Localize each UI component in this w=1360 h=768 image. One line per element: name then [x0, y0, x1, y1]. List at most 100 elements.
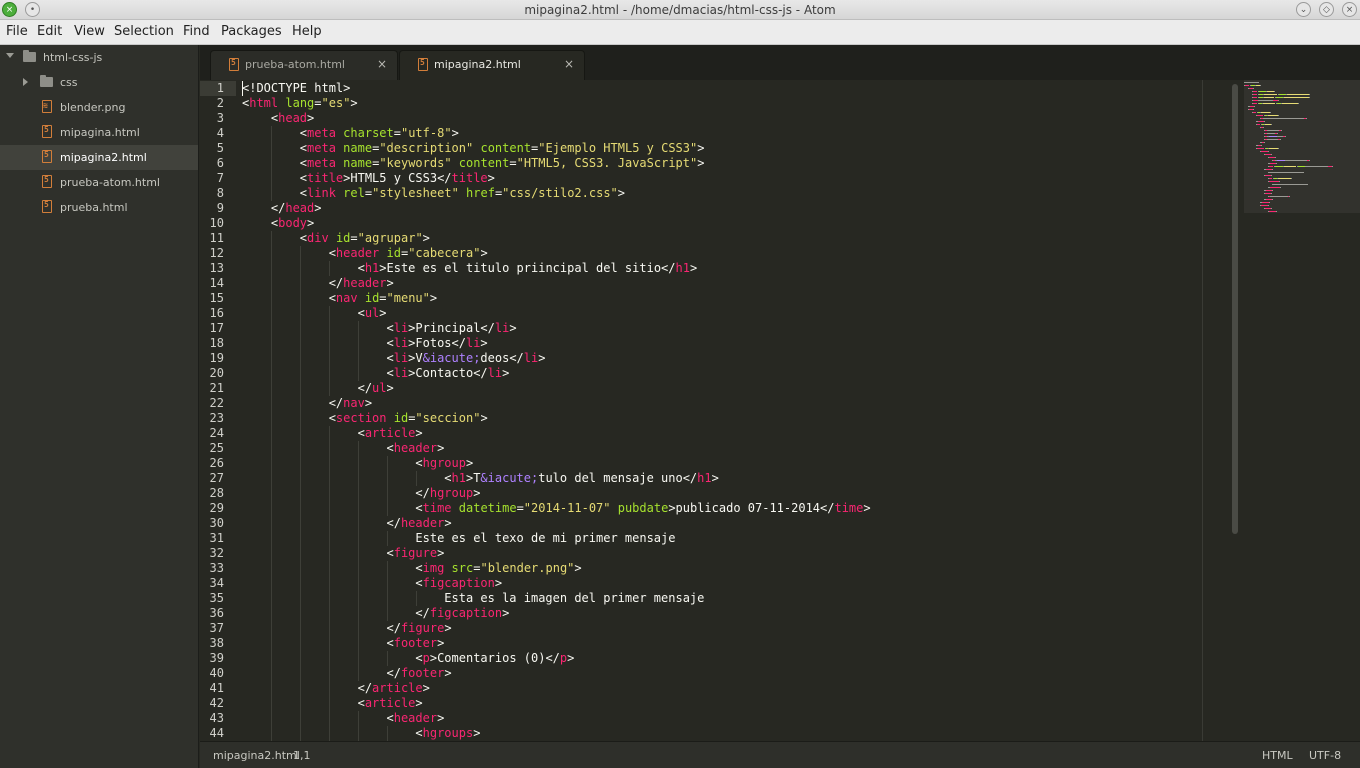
- minimap[interactable]: [1240, 80, 1360, 741]
- line-number: 40: [209, 666, 224, 680]
- line-number: 12: [209, 246, 224, 260]
- code-line[interactable]: </header>: [242, 276, 394, 291]
- code-token: hgroup: [429, 486, 474, 500]
- code-line[interactable]: <figure>: [242, 546, 444, 561]
- code-line[interactable]: <!DOCTYPE html>: [242, 81, 350, 96]
- code-token: <: [242, 141, 308, 155]
- code-line[interactable]: <li>Contacto</li>: [242, 366, 509, 381]
- code-line[interactable]: </figcaption>: [242, 606, 509, 621]
- code-line[interactable]: Este es el texo de mi primer mensaje: [242, 531, 675, 546]
- close-tab-icon[interactable]: ×: [564, 57, 574, 71]
- tree-item-prueba-atom-html[interactable]: prueba-atom.html: [0, 170, 198, 195]
- tree-item-mipagina-html[interactable]: mipagina.html: [0, 120, 198, 145]
- minimap-token: [1278, 100, 1279, 101]
- code-content[interactable]: <!DOCTYPE html> <html lang="es"> <head> <…: [242, 80, 1232, 741]
- code-line[interactable]: <hgroups>: [242, 726, 480, 741]
- vertical-scrollbar[interactable]: [1232, 84, 1238, 534]
- code-token: footer: [393, 636, 438, 650]
- status-cursor-position[interactable]: 1,1: [293, 749, 311, 762]
- menu-file[interactable]: File: [6, 24, 28, 39]
- code-line[interactable]: Esta es la imagen del primer mensaje: [242, 591, 704, 606]
- minimap-token: [1268, 115, 1278, 116]
- code-line[interactable]: <li>Principal</li>: [242, 321, 516, 336]
- code-token: <: [242, 291, 336, 305]
- code-token: title: [307, 171, 344, 185]
- menu-view[interactable]: View: [74, 24, 105, 39]
- code-token: <: [242, 126, 308, 140]
- code-line[interactable]: <header>: [242, 711, 444, 726]
- code-token: </: [242, 276, 344, 290]
- close-tab-icon[interactable]: ×: [377, 57, 387, 71]
- menu-packages[interactable]: Packages: [221, 24, 282, 39]
- code-line[interactable]: </figure>: [242, 621, 451, 636]
- status-file-path[interactable]: mipagina2.html: [213, 749, 300, 762]
- code-line[interactable]: <header id="cabecera">: [242, 246, 488, 261]
- status-grammar[interactable]: HTML: [1262, 749, 1293, 762]
- maximize-icon[interactable]: ◇: [1319, 2, 1334, 17]
- code-line[interactable]: <li>Fotos</li>: [242, 336, 487, 351]
- code-line[interactable]: <h1>Este es el titulo priincipal del sit…: [242, 261, 698, 276]
- code-token: >: [473, 486, 481, 500]
- code-token: >Fotos</: [408, 336, 466, 350]
- code-line[interactable]: <nav id="menu">: [242, 291, 437, 306]
- code-token: >: [307, 216, 315, 230]
- code-line[interactable]: <h1>T&iacute;tulo del mensaje uno</h1>: [242, 471, 719, 486]
- code-line[interactable]: <figcaption>: [242, 576, 502, 591]
- code-line[interactable]: </article>: [242, 681, 430, 696]
- code-line[interactable]: <article>: [242, 696, 423, 711]
- html5-file-icon: [418, 58, 428, 71]
- line-number: 37: [209, 621, 224, 635]
- code-line[interactable]: </head>: [242, 201, 322, 216]
- code-token: =: [516, 501, 524, 515]
- menu-find[interactable]: Find: [183, 24, 210, 39]
- code-editor[interactable]: 1 2 3 4 5 6 7 8 9 10 11 12 13 14 15 16 17 18 19 20 21 22 23 24 2…: [200, 80, 1240, 741]
- code-token: h1: [364, 261, 380, 275]
- minimap-token: [1270, 196, 1288, 197]
- code-line[interactable]: <footer>: [242, 636, 444, 651]
- minimize-icon[interactable]: ⌄: [1296, 2, 1311, 17]
- code-line[interactable]: <title>HTML5 y CSS3</title>: [242, 171, 495, 186]
- code-line[interactable]: </hgroup>: [242, 486, 480, 501]
- tab-prueba-atom-html[interactable]: prueba-atom.html ×: [210, 50, 398, 80]
- code-token: &iacute;: [422, 351, 481, 365]
- menu-help[interactable]: Help: [292, 24, 322, 39]
- menu-edit[interactable]: Edit: [37, 24, 62, 39]
- code-line[interactable]: <header>: [242, 441, 444, 456]
- tree-item-css[interactable]: css: [0, 70, 198, 95]
- menu-selection[interactable]: Selection: [114, 24, 174, 39]
- code-line[interactable]: <meta charset="utf-8">: [242, 126, 459, 141]
- code-line[interactable]: <link rel="stylesheet" href="css/stilo2.…: [242, 186, 625, 201]
- status-encoding[interactable]: UTF-8: [1309, 749, 1341, 762]
- code-line[interactable]: <p>Comentarios (0)</p>: [242, 651, 574, 666]
- code-line[interactable]: </nav>: [242, 396, 372, 411]
- code-line[interactable]: <article>: [242, 426, 423, 441]
- code-line[interactable]: <html lang="es">: [242, 96, 358, 111]
- code-line[interactable]: </ul>: [242, 381, 394, 396]
- code-line[interactable]: <meta name="keywords" content="HTML5, CS…: [242, 156, 705, 171]
- tree-root-folder[interactable]: html-css-js: [0, 45, 198, 70]
- code-line[interactable]: <body>: [242, 216, 314, 231]
- code-line[interactable]: <section id="seccion">: [242, 411, 488, 426]
- code-line[interactable]: </footer>: [242, 666, 451, 681]
- code-line[interactable]: <hgroup>: [242, 456, 473, 471]
- code-line[interactable]: <li>V&iacute;deos</li>: [242, 351, 545, 366]
- tree-item-mipagina2-html[interactable]: mipagina2.html: [0, 145, 198, 170]
- exit-icon[interactable]: ×: [1342, 2, 1357, 17]
- code-line[interactable]: <head>: [242, 111, 314, 126]
- code-token: li: [393, 351, 409, 365]
- minimap-token: [1264, 94, 1277, 95]
- code-line[interactable]: <meta name="description" content="Ejempl…: [242, 141, 705, 156]
- code-line[interactable]: </header>: [242, 516, 451, 531]
- tree-item-prueba-html[interactable]: prueba.html: [0, 195, 198, 220]
- code-token: figcaption: [422, 576, 495, 590]
- code-line[interactable]: <div id="agrupar">: [242, 231, 430, 246]
- line-number: 3: [216, 111, 224, 125]
- chevron-down-icon: [6, 53, 14, 58]
- code-line[interactable]: <img src="blender.png">: [242, 561, 581, 576]
- tree-view: html-css-js css blender.png mipagina.htm…: [0, 45, 199, 768]
- code-line[interactable]: <time datetime="2014-11-07" pubdate>publ…: [242, 501, 870, 516]
- tab-mipagina2-html[interactable]: mipagina2.html ×: [399, 50, 585, 80]
- tree-item-blender-png[interactable]: blender.png: [0, 95, 198, 120]
- minimap-token: [1276, 211, 1277, 212]
- code-line[interactable]: <ul>: [242, 306, 387, 321]
